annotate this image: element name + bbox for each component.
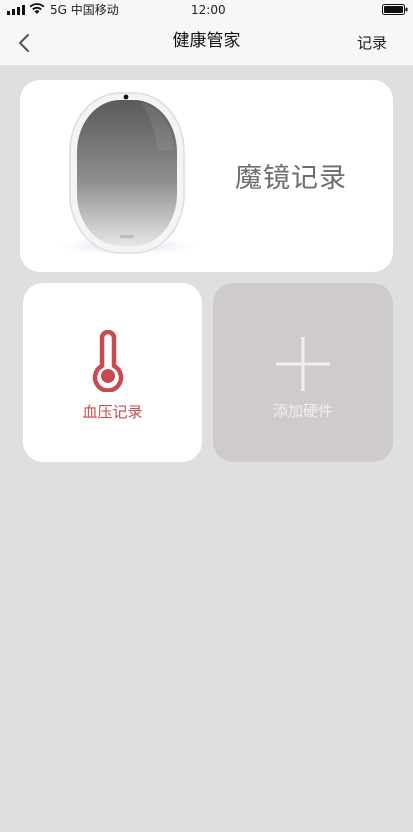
records-button[interactable]: 记录 [357, 20, 387, 66]
page-title: 健康管家 [172, 31, 241, 51]
carrier-label: 5G 中国移动 [50, 3, 119, 17]
status-time: 12:00 [191, 3, 226, 17]
signal-icon [7, 5, 25, 15]
mirror-record-card[interactable]: 魔镜记录 [20, 80, 393, 272]
add-hardware-label: 添加硬件 [272, 402, 333, 420]
thermometer-icon [92, 330, 124, 392]
blood-pressure-label: 血压记录 [82, 403, 143, 421]
plus-icon [276, 337, 330, 391]
wifi-icon [29, 3, 45, 14]
mirror-record-label: 魔镜记录 [235, 163, 347, 194]
battery-icon [382, 4, 408, 15]
nav-bar: 健康管家 记录 [0, 20, 413, 66]
mirror-icon [50, 92, 206, 256]
status-bar: 5G 中国移动 12:00 [0, 0, 413, 20]
blood-pressure-record-card[interactable]: 血压记录 [23, 283, 202, 462]
add-hardware-card[interactable]: 添加硬件 [213, 283, 393, 462]
